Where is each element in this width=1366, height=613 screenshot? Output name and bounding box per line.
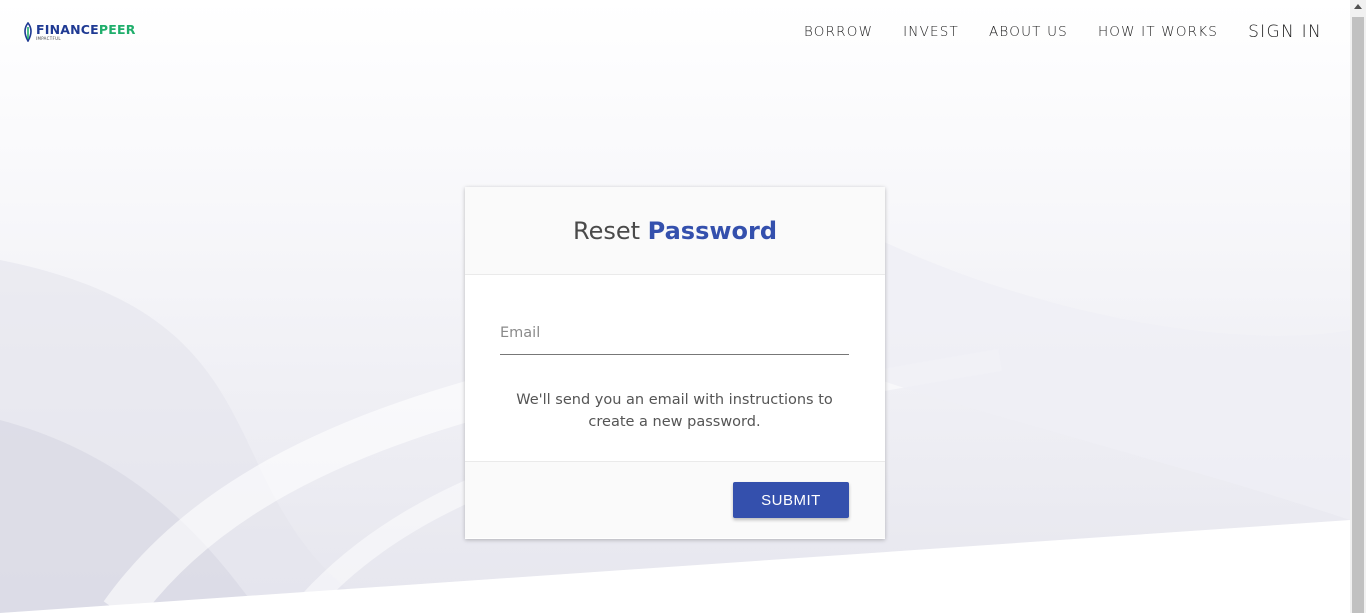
email-field-wrapper (500, 317, 849, 355)
scrollbar-thumb[interactable] (1352, 17, 1364, 613)
instructions-text: We'll send you an email with instruction… (516, 392, 833, 430)
scroll-up-arrow-icon[interactable] (1354, 4, 1362, 9)
logo-brand-part1: FINANCE (36, 22, 99, 37)
card-header: Reset Password (465, 187, 885, 275)
main-nav: BORROW INVEST ABOUT US HOW IT WORKS SIGN… (774, 20, 1322, 44)
nav-sign-in[interactable]: SIGN IN (1248, 20, 1322, 44)
logo-brand: FINANCEPEER (36, 22, 136, 37)
email-field[interactable] (500, 317, 849, 341)
nav-invest[interactable]: INVEST (903, 20, 959, 44)
financepeer-logo[interactable]: FINANCEPEER IMPACTFUL (22, 22, 136, 42)
nav-how-it-works[interactable]: HOW IT WORKS (1098, 20, 1218, 44)
logo-wordmark: FINANCEPEER IMPACTFUL (36, 22, 136, 41)
page-title: Reset Password (573, 217, 777, 245)
logo-leaf-icon (24, 22, 32, 42)
logo-tagline: IMPACTFUL (36, 36, 61, 41)
page-scrollbar[interactable] (1350, 0, 1366, 613)
nav-about-us[interactable]: ABOUT US (989, 20, 1068, 44)
top-header: FINANCEPEER IMPACTFUL BORROW INVEST ABOU… (0, 0, 1350, 64)
logo-brand-part2: PEER (98, 22, 136, 37)
title-plain: Reset (572, 216, 648, 245)
title-accent: Password (647, 216, 778, 245)
submit-button[interactable]: SUBMIT (733, 482, 849, 518)
card-body: We'll send you an email with instruction… (465, 275, 885, 461)
card-footer: SUBMIT (465, 461, 885, 538)
nav-borrow[interactable]: BORROW (804, 20, 873, 44)
reset-password-card: Reset Password We'll send you an email w… (465, 187, 885, 539)
